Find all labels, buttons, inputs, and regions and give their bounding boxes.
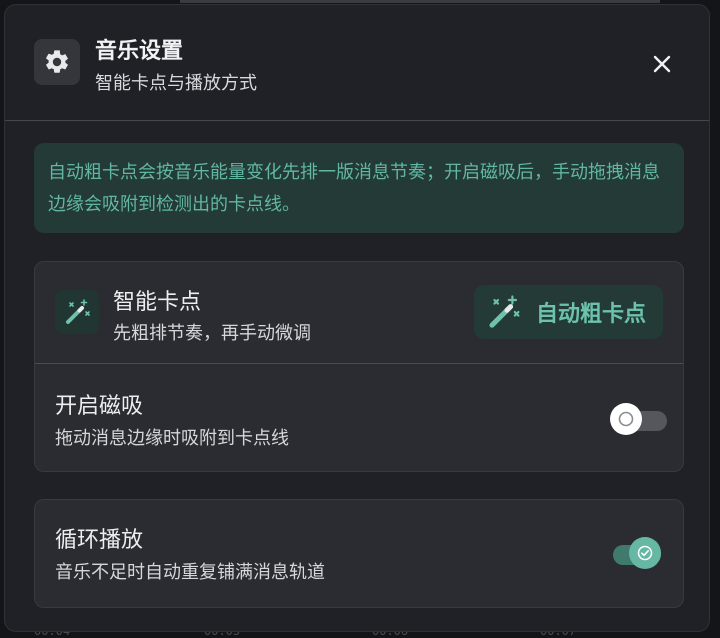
dialog-header: 音乐设置 智能卡点与播放方式 <box>5 5 709 121</box>
dialog-subtitle: 智能卡点与播放方式 <box>95 73 257 94</box>
close-icon <box>653 55 671 73</box>
toggle-knob <box>629 537 661 569</box>
auto-beat-button[interactable]: 自动粗卡点 <box>474 285 663 339</box>
music-settings-dialog: 音乐设置 智能卡点与播放方式 自动粗卡点会按音乐能量变化先排一版消息节奏；开启磁… <box>4 4 710 632</box>
smart-beat-subtitle: 先粗排节奏，再手动微调 <box>113 323 311 344</box>
magnet-subtitle: 拖动消息边缘时吸附到卡点线 <box>55 428 289 449</box>
magnet-toggle[interactable] <box>610 403 667 435</box>
loop-settings-card: 循环播放 音乐不足时自动重复铺满消息轨道 <box>34 499 684 608</box>
loop-title: 循环播放 <box>55 528 144 553</box>
card-divider <box>35 363 683 364</box>
smart-beat-title: 智能卡点 <box>113 290 202 315</box>
dialog-title: 音乐设置 <box>95 39 184 64</box>
loop-toggle[interactable] <box>607 537 661 569</box>
magic-wand-icon <box>486 294 522 330</box>
toggle-off-icon <box>618 411 634 427</box>
info-notice: 自动粗卡点会按音乐能量变化先排一版消息节奏；开启磁吸后，手动拖拽消息边缘会吸附到… <box>34 143 684 233</box>
auto-beat-button-label: 自动粗卡点 <box>536 302 647 327</box>
background-strip <box>180 0 660 3</box>
gear-icon <box>34 39 80 85</box>
close-button[interactable] <box>647 49 677 79</box>
beat-settings-card: 智能卡点 先粗排节奏，再手动微调 自动粗卡点 开启磁吸 拖动消息边缘时吸附到卡点… <box>34 261 684 472</box>
loop-subtitle: 音乐不足时自动重复铺满消息轨道 <box>55 562 325 583</box>
magic-wand-icon <box>55 290 99 334</box>
check-circle-icon <box>637 545 653 561</box>
toggle-knob <box>610 403 642 435</box>
magnet-title: 开启磁吸 <box>55 394 144 419</box>
